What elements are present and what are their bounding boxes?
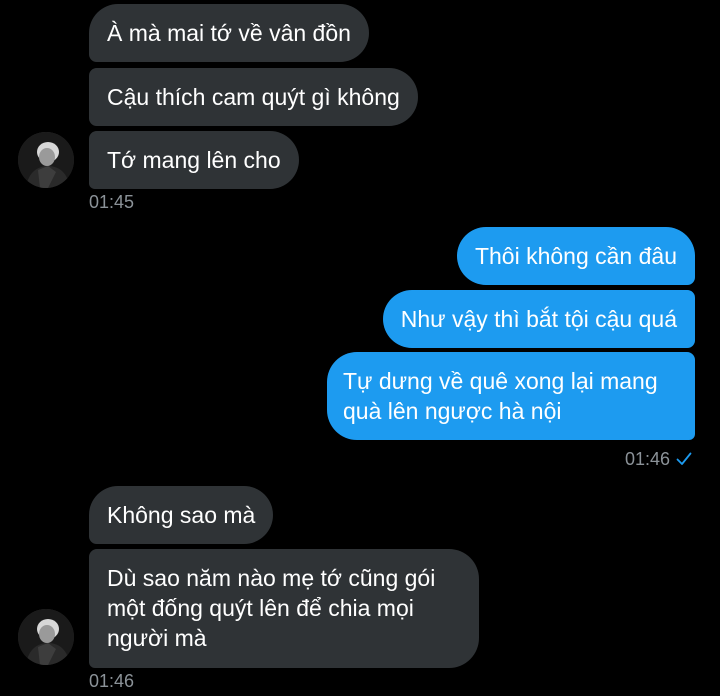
- incoming-message-bubble[interactable]: Dù sao năm nào mẹ tớ cũng gói một đống q…: [89, 549, 479, 668]
- avatar-photo-icon: [18, 609, 74, 665]
- outgoing-message-bubble[interactable]: Như vậy thì bắt tội cậu quá: [382, 290, 695, 348]
- incoming-message-bubble[interactable]: À mà mai tớ về vân đồn: [89, 4, 369, 62]
- message-timestamp: 01:46: [89, 671, 135, 691]
- read-check-icon: [676, 452, 692, 465]
- message-timestamp: 01:45: [89, 192, 135, 212]
- message-timestamp: 01:46: [624, 449, 670, 469]
- sender-avatar[interactable]: [18, 609, 74, 665]
- sender-avatar[interactable]: [18, 132, 74, 188]
- message-status: 01:46: [625, 449, 692, 469]
- avatar-photo-icon: [18, 132, 74, 188]
- outgoing-message-bubble[interactable]: Thôi không cần đâu: [456, 227, 695, 285]
- incoming-message-bubble[interactable]: Không sao mà: [89, 486, 274, 544]
- outgoing-message-bubble[interactable]: Tự dưng về quê xong lại mang quà lên ngư…: [327, 352, 695, 440]
- incoming-message-bubble[interactable]: Cậu thích cam quýt gì không: [89, 68, 418, 126]
- incoming-message-bubble[interactable]: Tớ mang lên cho: [89, 131, 299, 189]
